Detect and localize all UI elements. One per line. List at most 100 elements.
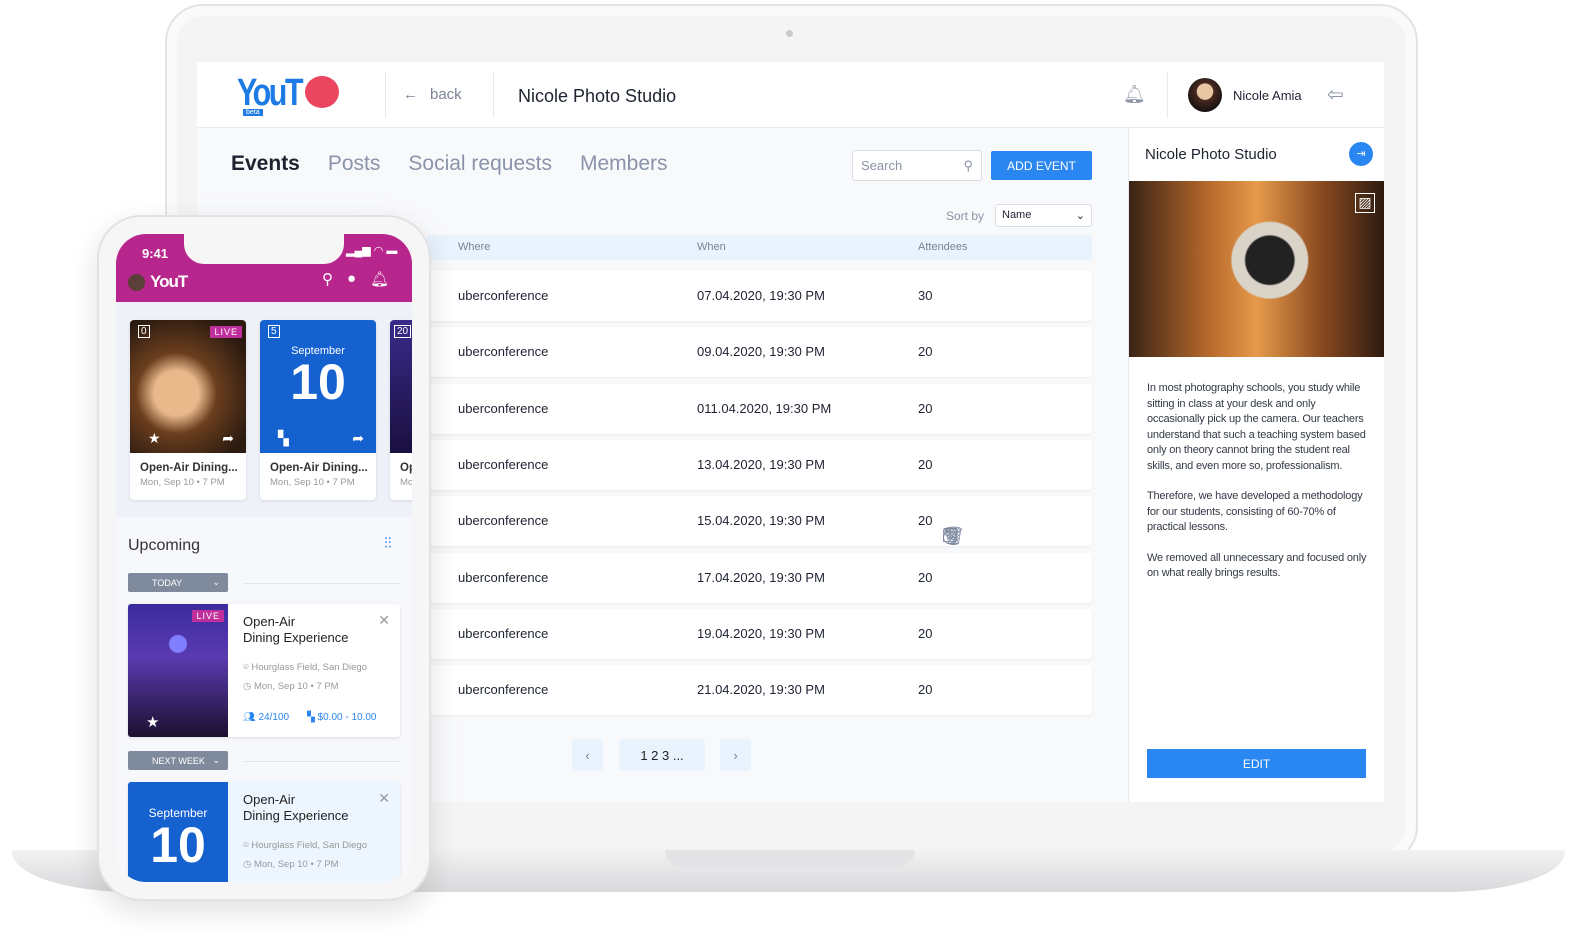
search-input[interactable]: Search ⚲ bbox=[852, 150, 982, 181]
phone-header: 9:41 ▂▄▆ ◠ ▬ YouT ⚲ ● 🔔︎ bbox=[116, 234, 412, 302]
bell-icon[interactable]: 🔔︎ bbox=[1123, 84, 1146, 105]
image-icon[interactable]: ▨ bbox=[1355, 193, 1375, 213]
upcoming-title: Upcoming bbox=[128, 537, 201, 554]
edit-button[interactable]: EDIT bbox=[1147, 749, 1366, 778]
event-date: Mon, Sep 10 • 7 PM bbox=[140, 477, 225, 488]
table-row[interactable]: uberconference 21.04.2020, 19:30 PM 20 bbox=[427, 665, 1092, 716]
chevron-down-icon: ⌄ bbox=[212, 755, 220, 765]
bell-icon[interactable]: 🔔︎ bbox=[370, 270, 389, 288]
studio-photo: ▨ bbox=[1129, 181, 1384, 357]
avatar[interactable] bbox=[1188, 78, 1222, 112]
tabs: Events Posts Social requests Members bbox=[231, 152, 668, 176]
close-icon[interactable]: ✕ bbox=[378, 612, 390, 629]
cell-when: 21.04.2020, 19:30 PM bbox=[697, 682, 825, 698]
tab-social-requests[interactable]: Social requests bbox=[408, 152, 552, 176]
chat-icon[interactable]: ● bbox=[347, 270, 356, 288]
cell-when: 13.04.2020, 19:30 PM bbox=[697, 456, 825, 472]
event-title: Open-Air Dining... bbox=[140, 462, 238, 474]
beta-badge: beta bbox=[243, 109, 263, 116]
divider bbox=[244, 761, 400, 762]
divider bbox=[1167, 72, 1168, 118]
add-event-button[interactable]: ADD EVENT bbox=[991, 151, 1092, 180]
event-image: 0 LIVE ★ ➦ bbox=[130, 320, 246, 453]
event-card[interactable]: 0 LIVE ★ ➦ Open-Air Dining... Mon, Sep 10… bbox=[130, 320, 246, 500]
collapse-panel-button[interactable]: ⇥ bbox=[1349, 142, 1373, 166]
ticket-price: ▚ $0.00 - 10.00 bbox=[307, 712, 377, 723]
phone-avatar[interactable] bbox=[128, 274, 145, 291]
star-icon[interactable]: ★ bbox=[148, 430, 161, 447]
search-icon[interactable]: ⚲ bbox=[322, 270, 333, 288]
sort-value: Name bbox=[1002, 209, 1032, 221]
upcoming-event[interactable]: September 10 Open-Air Dining Experience ✕… bbox=[128, 782, 400, 882]
cell-when: 15.04.2020, 19:30 PM bbox=[697, 513, 825, 529]
close-icon[interactable]: ✕ bbox=[378, 790, 390, 807]
table-row[interactable]: uberconference 19.04.2020, 19:30 PM 20 bbox=[427, 608, 1092, 659]
laptop-notch bbox=[665, 850, 915, 868]
event-date: Mo bbox=[400, 477, 412, 488]
calendar-icon: 0 bbox=[138, 325, 150, 338]
table-row[interactable]: uberconference 011.04.2020, 19:30 PM 20 bbox=[427, 383, 1092, 434]
event-image: LIVE ★ bbox=[128, 604, 228, 737]
today-dropdown[interactable]: TODAY ⌄ bbox=[128, 573, 228, 592]
description-paragraph: Therefore, we have developed a methodolo… bbox=[1147, 490, 1363, 533]
column-attendees[interactable]: Attendees bbox=[918, 241, 968, 253]
share-icon[interactable]: ➦ bbox=[352, 430, 364, 447]
cell-where: uberconference bbox=[458, 344, 549, 360]
cell-where: uberconference bbox=[458, 400, 549, 416]
description-paragraph: In most photography schools, you study w… bbox=[1147, 382, 1366, 472]
cell-when: 07.04.2020, 19:30 PM bbox=[697, 288, 825, 303]
table-row[interactable]: uberconference 15.04.2020, 19:30 PM 20 ✎ 🗑… bbox=[427, 496, 1092, 547]
phone-toolbar: ⚲ ● 🔔︎ bbox=[322, 270, 389, 288]
prev-page-button[interactable]: ‹ bbox=[572, 739, 603, 771]
description-paragraph: We removed all unnecessary and focused o… bbox=[1147, 551, 1367, 580]
event-title: Open-Air Dining... bbox=[270, 462, 368, 474]
star-icon[interactable]: ★ bbox=[146, 713, 159, 731]
cell-where: uberconference bbox=[458, 288, 549, 303]
event-time: ◷ Mon, Sep 10 • 7 PM bbox=[243, 859, 339, 870]
chevron-left-icon: ‹ bbox=[585, 747, 590, 763]
table-header: Where When Attendees bbox=[427, 235, 1092, 260]
phone-notch bbox=[184, 234, 344, 264]
live-badge: LIVE bbox=[210, 326, 242, 338]
clock-icon[interactable]: ◷ bbox=[942, 526, 958, 547]
column-when[interactable]: When bbox=[697, 241, 726, 253]
calendar-icon: 5 bbox=[268, 325, 280, 338]
filter-icon[interactable]: ⫶⫶ bbox=[384, 535, 392, 552]
tab-events[interactable]: Events bbox=[231, 152, 300, 176]
status-time: 9:41 bbox=[142, 246, 169, 261]
cell-attendees: 30 bbox=[918, 288, 933, 303]
event-title: Open-Air Dining Experience bbox=[243, 614, 349, 645]
table-row[interactable]: uberconference 09.04.2020, 19:30 PM 20 bbox=[427, 327, 1092, 378]
user-name[interactable]: Nicole Amia bbox=[1233, 88, 1302, 103]
back-label: back bbox=[430, 86, 462, 103]
divider bbox=[244, 583, 400, 584]
event-location: ⌾ Hourglass Field, San Diego bbox=[243, 662, 367, 673]
signal-battery-icon: ▂▄▆ ◠ ▬ bbox=[346, 245, 398, 257]
ticket-icon[interactable]: ▚ bbox=[278, 430, 289, 447]
table-row[interactable]: uberconference 07.04.2020, 19:30 PM 30 bbox=[427, 271, 1092, 321]
top-bar: YouT beta ← back Nicole Photo Studio 🔔︎ N… bbox=[197, 62, 1384, 128]
upcoming-section: Upcoming ⫶⫶ TODAY ⌄ LIVE ★ Open-Air Dining… bbox=[116, 517, 412, 882]
sort-select[interactable]: Name ⌄ bbox=[995, 204, 1092, 227]
table-row[interactable]: uberconference 17.04.2020, 19:30 PM 20 bbox=[427, 552, 1092, 603]
next-week-dropdown[interactable]: NEXT WEEK ⌄ bbox=[128, 751, 228, 770]
upcoming-event[interactable]: LIVE ★ Open-Air Dining Experience ✕ ⌾ Hou… bbox=[128, 604, 400, 737]
logout-icon[interactable]: ⇦ bbox=[1327, 82, 1344, 107]
calendar-icon: 20 bbox=[394, 325, 412, 338]
phone-screen: 9:41 ▂▄▆ ◠ ▬ YouT ⚲ ● 🔔︎ 0 LIVE ★ ➦ Open-Ai… bbox=[116, 234, 412, 882]
event-card[interactable]: 20 Op Mo bbox=[390, 320, 412, 500]
share-icon[interactable]: ➦ bbox=[222, 430, 234, 447]
event-card[interactable]: 5 September 10 ▚ ➦ Open-Air Dining... Mon… bbox=[260, 320, 376, 500]
next-page-button[interactable]: › bbox=[720, 739, 751, 771]
tab-posts[interactable]: Posts bbox=[328, 152, 381, 176]
attendees-count: 👥︎ 24/100 bbox=[243, 712, 290, 723]
side-panel-title: Nicole Photo Studio bbox=[1145, 146, 1277, 163]
column-where[interactable]: Where bbox=[458, 241, 490, 253]
cell-attendees: 20 bbox=[918, 344, 933, 360]
back-button[interactable]: ← back bbox=[403, 86, 462, 103]
tab-members[interactable]: Members bbox=[580, 152, 668, 176]
cell-when: 011.04.2020, 19:30 PM bbox=[697, 400, 832, 416]
table-row[interactable]: uberconference 13.04.2020, 19:30 PM 20 bbox=[427, 439, 1092, 490]
webcam bbox=[786, 30, 793, 37]
page-numbers[interactable]: 1 2 3 ... bbox=[619, 739, 705, 771]
